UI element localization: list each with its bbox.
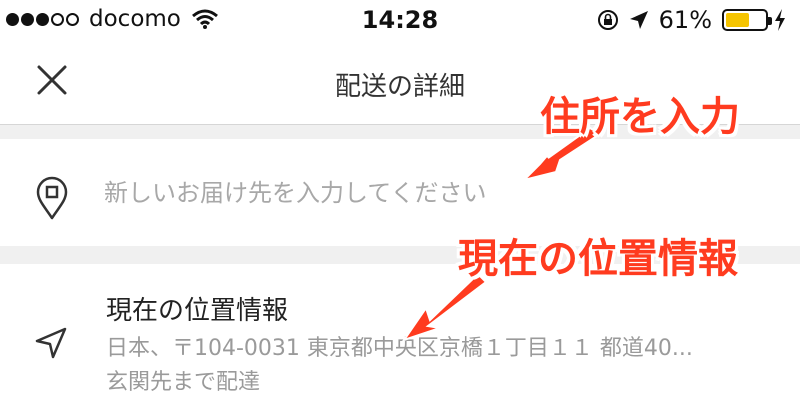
navigation-arrow-icon bbox=[35, 327, 67, 359]
current-location-title: 現在の位置情報 bbox=[106, 296, 289, 326]
delivery-note: 玄関先まで配達 bbox=[106, 370, 261, 395]
charging-bolt-icon bbox=[775, 9, 785, 31]
rotation-lock-icon bbox=[597, 10, 618, 30]
battery-level bbox=[726, 13, 750, 27]
status-right: 61% bbox=[587, 6, 786, 34]
map-pin-icon bbox=[36, 176, 68, 220]
annotation-location-label: 現在の位置情報 bbox=[458, 236, 738, 282]
current-location-item[interactable]: 現在の位置情報 日本、〒104-0031 東京都中央区京橋１丁目１１ 都道40.… bbox=[0, 264, 800, 400]
battery-icon bbox=[722, 9, 772, 31]
status-bar: docomo 14:28 61% bbox=[0, 0, 800, 40]
annotation-address-label: 住所を入力 bbox=[540, 94, 740, 140]
location-arrow-icon bbox=[629, 11, 648, 29]
battery-percent: 61% bbox=[658, 6, 712, 34]
current-location-address: 日本、〒104-0031 東京都中央区京橋１丁目１１ 都道40... bbox=[106, 336, 693, 361]
address-input[interactable] bbox=[104, 168, 624, 218]
